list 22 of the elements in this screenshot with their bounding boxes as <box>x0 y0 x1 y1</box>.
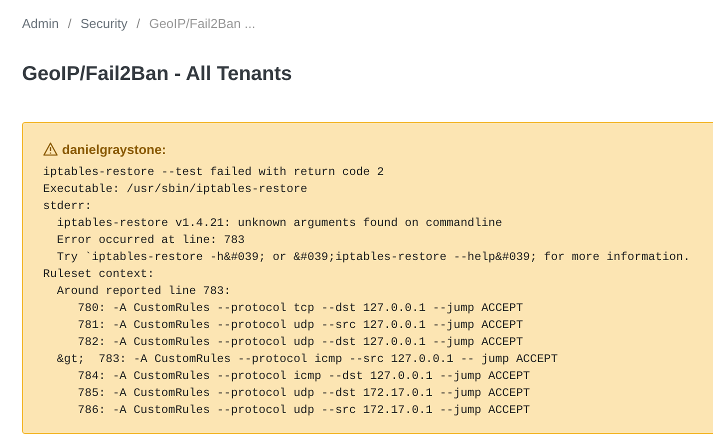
log-line: 785: -A CustomRules --protocol udp --dst 172.17.0.1 --jump ACCEPT <box>76 386 530 402</box>
log-line: stderr: <box>43 199 92 215</box>
log-line: iptables-restore --test failed with return code 2 <box>43 165 384 181</box>
log-line: Executable: /usr/sbin/iptables-restore <box>43 182 308 198</box>
warning-icon <box>43 142 58 156</box>
log-line: Ruleset context: <box>43 267 154 283</box>
breadcrumb-link[interactable]: Security <box>80 14 128 34</box>
log-line: Try `iptables-restore -h&#039; or &#039;iptables-restore --help&#039; for more information. <box>56 250 690 266</box>
log-line: 786: -A CustomRules --protocol udp --src 172.17.0.1 --jump ACCEPT <box>76 403 530 419</box>
log-line: 780: -A CustomRules --protocol tcp --dst 127.0.0.1 --jump ACCEPT <box>76 301 524 317</box>
username: danielgraystone: <box>62 140 166 159</box>
log-line: 782: -A CustomRules --protocol udp --dst 127.0.0.1 --jump ACCEPT <box>76 335 524 351</box>
log-line: iptables-restore v1.4.21: unknown arguments found on commandline <box>56 216 502 232</box>
log-line: Error occurred at line: 783 <box>56 233 245 249</box>
log-line: 781: -A CustomRules --protocol udp --src 127.0.0.1 --jump ACCEPT <box>76 318 524 334</box>
breadcrumb-link[interactable]: Admin <box>22 14 59 34</box>
breadcrumb-separator: / <box>136 15 140 33</box>
page-title: GeoIP/Fail2Ban - All Tenants <box>22 62 294 86</box>
log-line: &gt; 783: -A CustomRules --protocol icmp --src 127.0.0.1 -- jump ACCEPT <box>56 352 558 368</box>
breadcrumb-separator: / <box>68 15 72 33</box>
log-line: 784: -A CustomRules --protocol icmp --dst 127.0.0.1 --jump ACCEPT <box>76 369 530 385</box>
log-line: Around reported line 783: <box>56 284 231 300</box>
